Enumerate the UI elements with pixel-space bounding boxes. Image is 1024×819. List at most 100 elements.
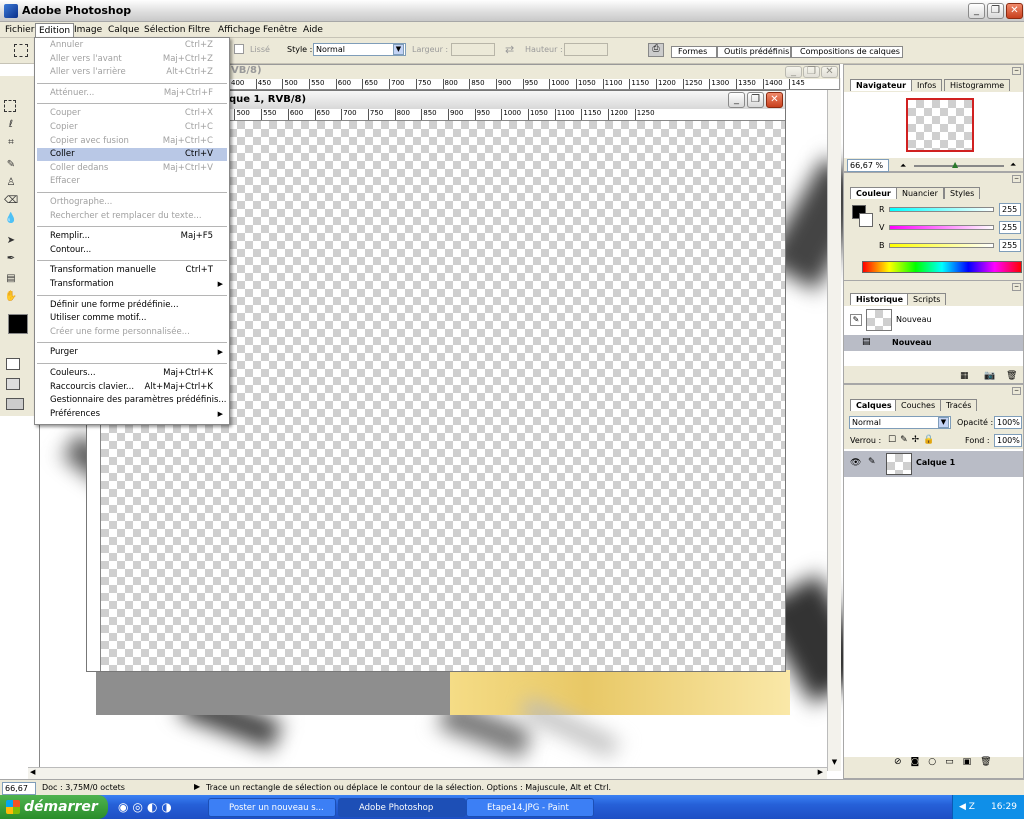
navigator-zoom-field[interactable]: 66,67 % — [847, 159, 889, 172]
menu-item[interactable]: Coller Ctrl+V — [37, 148, 227, 162]
menu-item[interactable]: Rechercher et remplacer du texte... — [37, 210, 227, 223]
notes-icon[interactable]: ▤ — [4, 272, 18, 286]
menu-edition[interactable]: Edition — [35, 23, 75, 37]
menu-item[interactable]: Créer une forme personnalisée... — [37, 326, 227, 339]
menu-item[interactable]: Définir une forme prédéfinie... — [37, 299, 227, 312]
start-button[interactable]: démarrer — [0, 795, 108, 819]
menu-image[interactable]: Image — [71, 23, 105, 37]
doc-close-button[interactable]: ✕ — [766, 92, 783, 108]
doc-minimize-button[interactable]: _ — [728, 92, 745, 108]
largeur-input[interactable] — [451, 43, 495, 56]
palette-well-icon[interactable]: ⎙ — [648, 43, 664, 57]
eraser-icon[interactable]: ⌫ — [4, 194, 18, 208]
swap-icon[interactable]: ⇄ — [505, 43, 514, 56]
status-doc-size[interactable]: Doc : 3,75M/0 octets — [42, 783, 125, 792]
task-photoshop[interactable]: Adobe Photoshop — [338, 798, 466, 817]
tray-icon[interactable]: ◀ Z — [959, 795, 975, 819]
doc-maximize-button[interactable]: ❐ — [747, 92, 764, 108]
blur-drop-icon[interactable]: 💧 — [4, 212, 18, 226]
blue-slider[interactable] — [889, 243, 994, 248]
background-swatch[interactable] — [859, 213, 873, 227]
task-poster[interactable]: Poster un nouveau s... — [208, 798, 336, 817]
zoom-slider[interactable] — [914, 165, 1004, 167]
foreground-color-swatch[interactable] — [8, 314, 28, 334]
menu-item[interactable]: Coller dedans Maj+Ctrl+V — [37, 162, 227, 175]
back-document-window[interactable]: VB/8) _ ❐ ✕ 400 450 500 550 600 650 700 750 800 8… — [228, 64, 840, 90]
panel-menu-icon[interactable]: − — [1012, 387, 1021, 395]
tab-traces[interactable]: Tracés — [940, 399, 978, 411]
back-maximize-button[interactable]: ❐ — [803, 66, 820, 78]
imageready-icon[interactable] — [6, 398, 24, 410]
back-close-button[interactable]: ✕ — [821, 66, 838, 78]
hand-icon[interactable]: ✋ — [4, 290, 18, 304]
rectangle-marquee-icon[interactable] — [4, 100, 16, 112]
menu-item[interactable]: Raccourcis clavier... Alt+Maj+Ctrl+K — [37, 381, 227, 394]
close-button[interactable]: ✕ — [1006, 3, 1023, 19]
red-slider[interactable] — [889, 207, 994, 212]
menu-item[interactable]: Transformation manuelle Ctrl+T — [37, 264, 227, 277]
navigator-thumbnail[interactable] — [906, 98, 974, 152]
layer-row[interactable]: 👁 ✎ Calque 1 — [844, 451, 1023, 477]
menu-calque[interactable]: Calque — [105, 23, 142, 37]
fill-field[interactable]: 100% — [994, 434, 1022, 447]
menu-item[interactable]: Atténuer... Maj+Ctrl+F — [37, 87, 227, 100]
blend-mode-select[interactable]: Normal ▼ — [849, 416, 951, 429]
menu-item[interactable]: Contour... — [37, 244, 227, 257]
task-paint[interactable]: Etape14.JPG - Paint — [466, 798, 594, 817]
menu-item[interactable]: Copier Ctrl+C — [37, 121, 227, 134]
horizontal-scrollbar[interactable]: ◀ ▶ — [28, 767, 827, 779]
tab-compositions-calques[interactable]: Compositions de calques — [791, 46, 903, 58]
menu-item[interactable]: Remplir... Maj+F5 — [37, 230, 227, 243]
menu-item[interactable]: Couper Ctrl+X — [37, 107, 227, 120]
menu-item[interactable]: Utiliser comme motif... — [37, 312, 227, 325]
green-value[interactable]: 255 — [999, 221, 1021, 234]
menu-item[interactable]: Orthographe... — [37, 196, 227, 209]
status-zoom-field[interactable]: 66,67 % — [2, 782, 36, 804]
layer-actions-icons[interactable]: ⊘◙○▭▣🗑 — [894, 757, 1001, 767]
lock-icons[interactable]: ☐✎✢🔒 — [888, 435, 938, 445]
menu-selection[interactable]: Sélection — [141, 23, 188, 37]
opacity-field[interactable]: 100% — [994, 416, 1022, 429]
maximize-button[interactable]: ❐ — [987, 3, 1004, 19]
tab-infos[interactable]: Infos — [911, 79, 943, 91]
menu-item[interactable]: Préférences ▶ — [37, 408, 227, 421]
lasso-icon[interactable]: ℓ — [4, 118, 18, 132]
blue-value[interactable]: 255 — [999, 239, 1021, 252]
style-select[interactable]: Normal ▼ — [313, 43, 406, 56]
chevron-right-icon[interactable]: ▶ — [194, 782, 200, 791]
tab-styles[interactable]: Styles — [944, 187, 981, 199]
tab-navigateur[interactable]: Navigateur — [850, 79, 913, 91]
zoom-slider-thumb[interactable]: ▲ — [952, 160, 958, 169]
panel-menu-icon[interactable]: − — [1012, 67, 1021, 75]
panel-menu-icon[interactable]: − — [1012, 175, 1021, 183]
lisse-checkbox[interactable] — [234, 44, 244, 54]
tab-nuancier[interactable]: Nuancier — [896, 187, 944, 199]
menu-filtre[interactable]: Filtre — [185, 23, 213, 37]
tab-outils-predefinis[interactable]: Outils prédéfinis — [717, 46, 791, 58]
camera-icon[interactable]: 📷 — [984, 371, 995, 381]
chevron-down-icon[interactable]: ▼ — [829, 758, 840, 769]
crop-icon[interactable]: ⌗ — [4, 136, 18, 150]
menu-item[interactable]: Gestionnaire des paramètres prédéfinis..… — [37, 394, 227, 407]
vertical-scrollbar[interactable]: ▲ ▼ — [827, 78, 841, 771]
hauteur-input[interactable] — [564, 43, 608, 56]
green-slider[interactable] — [889, 225, 994, 230]
menu-item[interactable]: Aller vers l'avant Maj+Ctrl+Z — [37, 53, 227, 66]
chevron-left-icon[interactable]: ◀ — [30, 768, 35, 776]
tab-historique[interactable]: Historique — [850, 293, 910, 305]
tab-couleur[interactable]: Couleur — [850, 187, 897, 199]
minimize-button[interactable]: _ — [968, 3, 985, 19]
history-state-row[interactable]: ▤ Nouveau — [844, 335, 1023, 351]
snapshot-thumbnail[interactable] — [866, 309, 892, 331]
snapshot-label[interactable]: Nouveau — [896, 315, 932, 324]
menu-item[interactable]: Couleurs... Maj+Ctrl+K — [37, 367, 227, 380]
menu-aide[interactable]: Aide — [300, 23, 326, 37]
menu-item[interactable]: Transformation ▶ — [37, 278, 227, 291]
stamp-icon[interactable]: ♙ — [4, 176, 18, 190]
menu-item[interactable]: Copier avec fusion Maj+Ctrl+C — [37, 135, 227, 148]
menu-fichier[interactable]: Fichier — [2, 23, 37, 37]
panel-menu-icon[interactable]: − — [1012, 283, 1021, 291]
zoom-out-icon[interactable]: ⏶ — [900, 161, 906, 171]
tab-calques[interactable]: Calques — [850, 399, 898, 411]
trash-icon[interactable]: 🗑 — [1006, 371, 1017, 381]
